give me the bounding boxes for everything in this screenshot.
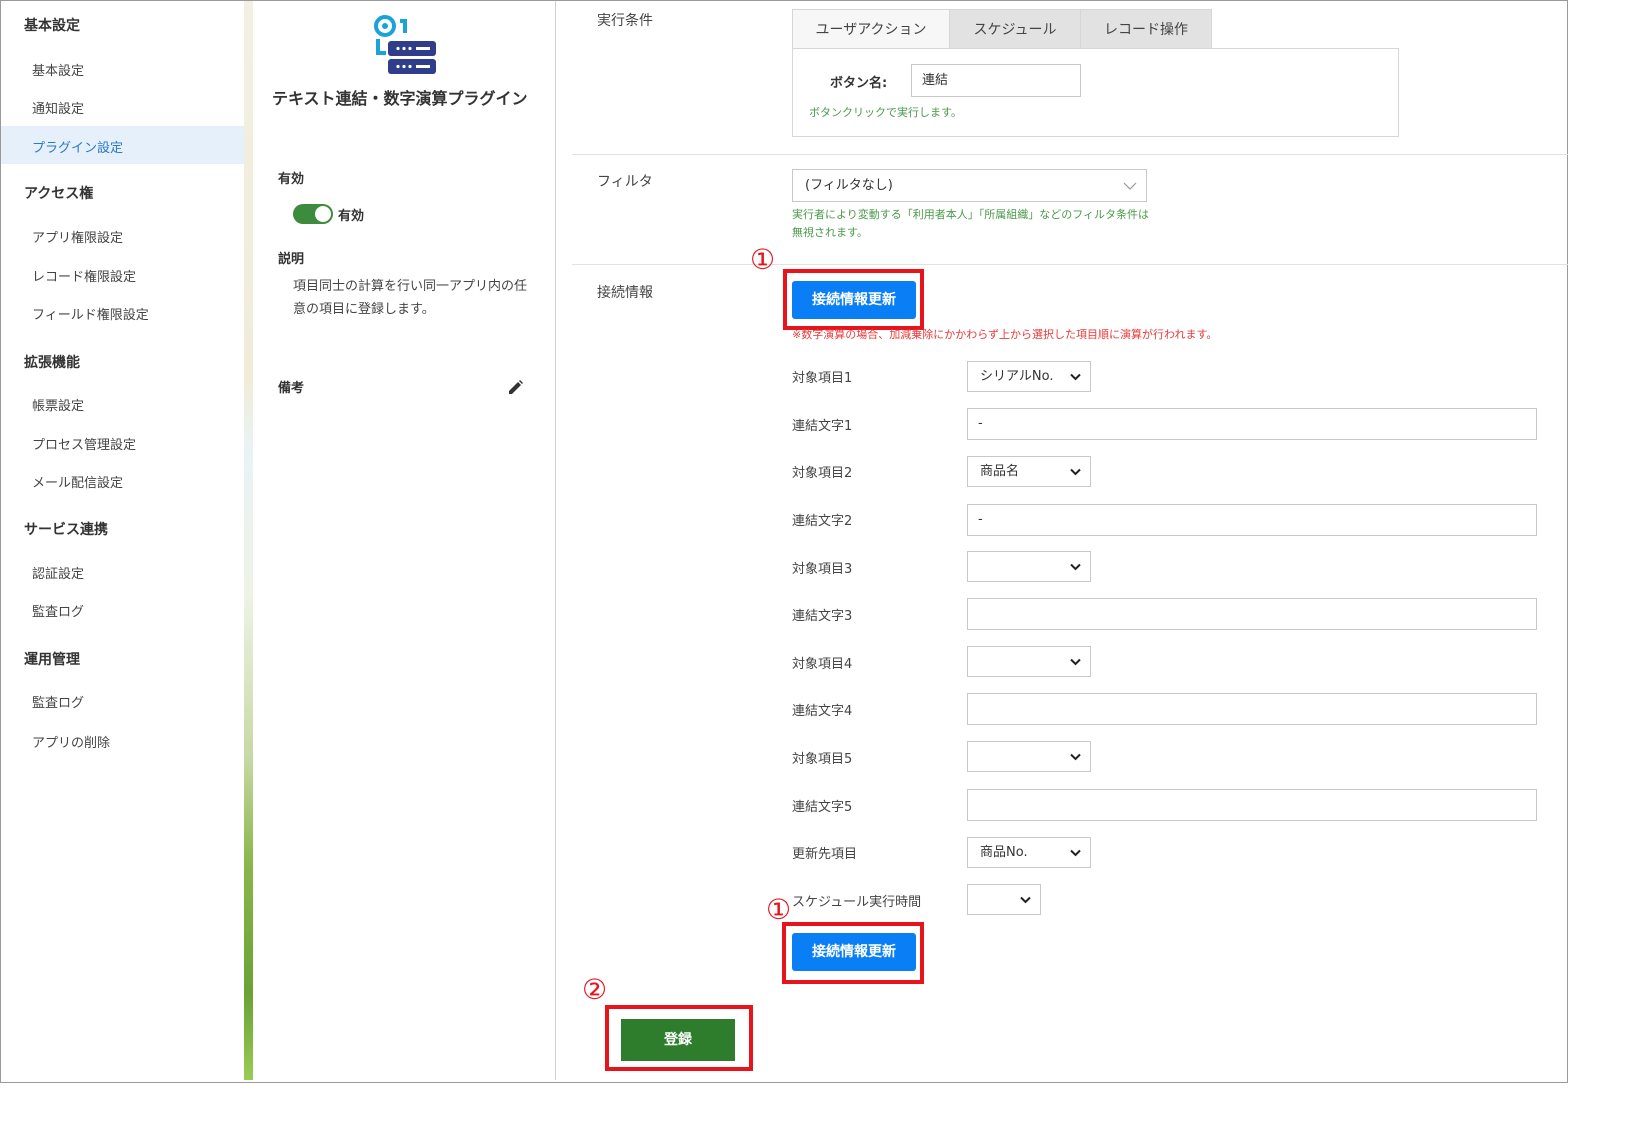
button-name-input[interactable]: 連結 [911, 64, 1081, 97]
sidebar-item-app-permissions[interactable]: アプリ権限設定 [32, 227, 123, 246]
divider-filter [572, 154, 1568, 155]
annotation-marker-1-bottom: ① [766, 893, 792, 926]
sidebar-item-mail-settings[interactable]: メール配信設定 [32, 472, 123, 491]
execution-tabs: ユーザアクション スケジュール レコード操作 [792, 9, 1212, 49]
user-action-panel [792, 48, 1399, 137]
chevron-down-icon [1070, 373, 1081, 380]
field-label-target3: 対象項目3 [792, 562, 853, 577]
sidebar-section-services: サービス連携 [24, 522, 108, 538]
plugin-description: 項目同士の計算を行い同一アプリ内の任意の項目に登録します。 [293, 279, 528, 317]
chevron-down-icon [1070, 468, 1081, 475]
update-connection-button-top[interactable]: 接続情報更新 [792, 281, 916, 319]
filter-select[interactable]: (フィルタなし) [792, 169, 1147, 202]
chevron-down-icon [1070, 563, 1081, 570]
enabled-heading: 有効 [278, 172, 305, 187]
field-label-target4: 対象項目4 [792, 657, 853, 672]
sidebar-item-audit-log-services[interactable]: 監査ログ [32, 601, 84, 620]
schedule-time-select[interactable] [967, 884, 1041, 915]
description-heading: 説明 [278, 252, 305, 267]
chevron-down-icon [1070, 849, 1081, 856]
button-name-label: ボタン名: [830, 76, 888, 91]
toggle-knob [315, 206, 331, 222]
update-target-select[interactable]: 商品No. [967, 837, 1091, 868]
join-char-5-input[interactable] [967, 789, 1537, 821]
tab-record-operation[interactable]: レコード操作 [1081, 9, 1212, 49]
button-name-note: ボタンクリックで実行します。 [809, 106, 962, 119]
field-label-join5: 連結文字5 [792, 800, 853, 815]
target-item-1-value: シリアルNo. [980, 369, 1054, 384]
annotation-marker-1-top: ① [750, 243, 776, 276]
sidebar-item-auth-settings[interactable]: 認証設定 [32, 563, 84, 582]
sidebar-section-basic: 基本設定 [24, 18, 80, 34]
sidebar-item-notification-settings[interactable]: 通知設定 [32, 98, 84, 117]
target-item-2-value: 商品名 [980, 464, 1020, 479]
filter-label: フィルタ [597, 174, 653, 190]
connection-info-label: 接続情報 [597, 285, 653, 301]
schedule-time-label: スケジュール実行時間 [792, 895, 922, 910]
filter-select-value: (フィルタなし) [805, 178, 893, 193]
field-label-join3: 連結文字3 [792, 609, 853, 624]
execution-condition-label: 実行条件 [597, 13, 653, 29]
plugin-info-panel: テキスト連結・数字演算プラグイン 有効 有効 説明 項目同士の計算を行い同一アプ… [253, 1, 555, 1080]
column-divider [555, 1, 556, 1080]
sidebar-item-delete-app[interactable]: アプリの削除 [32, 732, 110, 751]
target-item-1-select[interactable]: シリアルNo. [967, 361, 1091, 392]
target-item-3-select[interactable] [967, 551, 1091, 582]
field-label-target1: 対象項目1 [792, 371, 853, 386]
target-item-4-select[interactable] [967, 646, 1091, 677]
sidebar-item-field-permissions[interactable]: フィールド権限設定 [32, 304, 149, 323]
sidebar-section-extensions: 拡張機能 [24, 355, 80, 371]
chevron-down-icon [1123, 182, 1137, 190]
plugin-title: テキスト連結・数字演算プラグイン [272, 89, 528, 108]
sidebar-item-plugin-settings[interactable]: プラグイン設定 [32, 137, 123, 156]
target-item-5-select[interactable] [967, 741, 1091, 772]
submit-button[interactable]: 登録 [621, 1019, 735, 1061]
field-label-update-target: 更新先項目 [792, 847, 858, 862]
field-label-join2: 連結文字2 [792, 514, 853, 529]
join-char-4-input[interactable] [967, 693, 1537, 725]
notes-heading: 備考 [278, 381, 305, 396]
divider-connection [572, 264, 1568, 265]
background-strip [244, 1, 253, 1080]
tab-schedule[interactable]: スケジュール [950, 9, 1081, 49]
enabled-toggle-label: 有効 [338, 209, 365, 224]
chevron-down-icon [1070, 658, 1081, 665]
plugin-server-icon [374, 15, 436, 74]
join-char-2-input[interactable]: - [967, 504, 1537, 536]
sidebar-section-access: アクセス権 [24, 186, 94, 202]
sidebar: 基本設定 基本設定 通知設定 プラグイン設定 アクセス権 アプリ権限設定 レコー… [1, 1, 244, 1080]
sidebar-item-basic-settings[interactable]: 基本設定 [32, 60, 84, 79]
update-connection-button-bottom[interactable]: 接続情報更新 [792, 933, 916, 971]
field-label-target2: 対象項目2 [792, 466, 853, 481]
join-char-3-input[interactable] [967, 598, 1537, 630]
join-char-1-input[interactable]: - [967, 408, 1537, 440]
field-label-join1: 連結文字1 [792, 419, 853, 434]
edit-pencil-icon[interactable] [506, 377, 524, 395]
chevron-down-icon [1020, 896, 1031, 903]
sidebar-item-process-settings[interactable]: プロセス管理設定 [32, 434, 136, 453]
sidebar-section-operations: 運用管理 [24, 652, 80, 668]
update-target-value: 商品No. [980, 845, 1028, 860]
calculation-warning: ※数字演算の場合、加減乗除にかかわらず上から選択した項目順に演算が行われます。 [792, 328, 1218, 341]
tab-user-action[interactable]: ユーザアクション [792, 9, 950, 49]
annotation-marker-2: ② [582, 973, 608, 1006]
sidebar-item-audit-log[interactable]: 監査ログ [32, 692, 84, 711]
field-label-target5: 対象項目5 [792, 752, 853, 767]
filter-note: 実行者により変動する「利用者本人」「所属組織」などのフィルタ条件は無視されます。 [792, 208, 1150, 239]
target-item-2-select[interactable]: 商品名 [967, 456, 1091, 487]
sidebar-item-record-permissions[interactable]: レコード権限設定 [32, 266, 136, 285]
chevron-down-icon [1070, 753, 1081, 760]
enabled-toggle[interactable] [293, 204, 333, 224]
field-label-join4: 連結文字4 [792, 704, 853, 719]
sidebar-item-report-settings[interactable]: 帳票設定 [32, 395, 84, 414]
